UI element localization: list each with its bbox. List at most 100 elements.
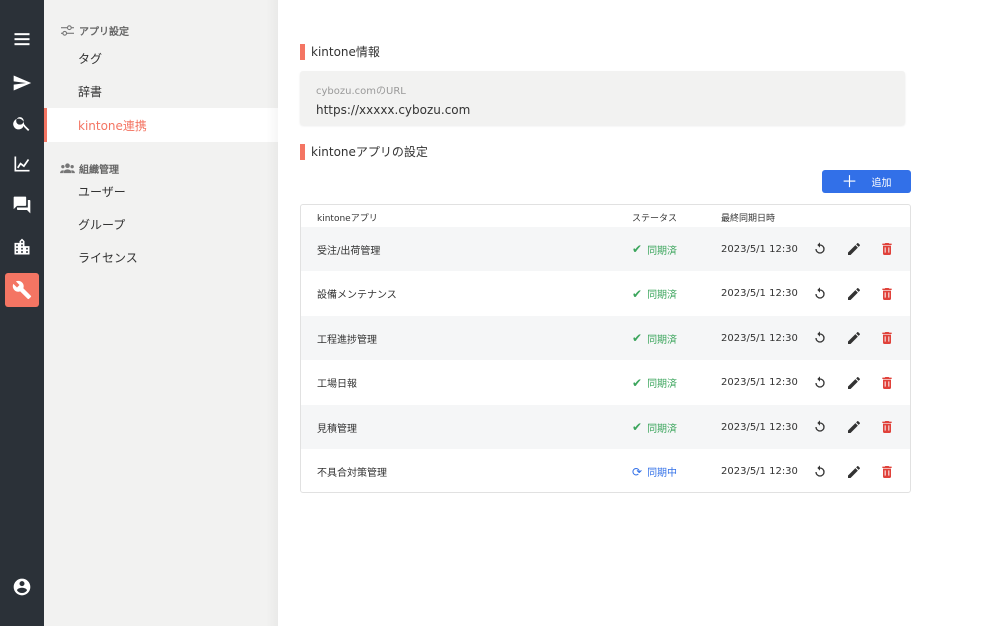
app-name-cell: 設備メンテナンス (317, 272, 397, 316)
trash-icon (882, 421, 892, 433)
edit-button[interactable] (846, 450, 862, 493)
add-app-button[interactable]: ＋ 追加 (822, 170, 911, 193)
sidebar-item-label: タグ (78, 51, 103, 66)
last-sync-cell: 2023/5/1 12:30 (721, 316, 798, 360)
app-name: 工場日報 (317, 379, 357, 390)
table-row: 設備メンテナンス ✔ 同期済 2023/5/1 12:30 (301, 272, 910, 316)
sidebar-item-dictionary[interactable]: 辞書 (44, 74, 278, 108)
refresh-icon (815, 286, 825, 299)
status-cell: ✔ 同期済 (632, 272, 677, 316)
delete-button[interactable] (879, 272, 895, 316)
pencil-icon (848, 465, 860, 478)
sidebar-item-label: 辞書 (78, 84, 103, 99)
last-sync-cell: 2023/5/1 12:30 (721, 361, 798, 405)
delete-button[interactable] (879, 227, 895, 271)
column-header-status: ステータス (632, 214, 678, 224)
last-sync-cell: 2023/5/1 12:30 (721, 227, 798, 271)
last-sync-time: 2023/5/1 12:30 (721, 288, 798, 299)
status-cell: ✔ 同期済 (632, 405, 677, 449)
url-field[interactable]: cybozu.comのURL https://xxxxx.cybozu.com (300, 71, 905, 125)
delete-button[interactable] (879, 361, 895, 405)
refresh-icon (815, 242, 825, 254)
trash-icon (882, 332, 892, 344)
chart-icon[interactable] (0, 147, 44, 181)
table-row: 見積管理 ✔ 同期済 2023/5/1 12:30 (301, 405, 910, 449)
sidebar-item-tags[interactable]: タグ (44, 41, 278, 75)
last-sync-cell: 2023/5/1 12:30 (721, 450, 798, 493)
resync-button[interactable] (812, 316, 828, 360)
table-row: 不具合対策管理 ⟳ 同期中 2023/5/1 12:30 (301, 450, 910, 493)
resync-button[interactable] (812, 227, 828, 271)
resync-button[interactable] (812, 405, 828, 449)
pencil-icon (848, 243, 860, 255)
table-header: kintoneアプリ ステータス 最終同期日時 (301, 205, 910, 227)
pencil-icon (848, 376, 860, 389)
resync-button[interactable] (812, 450, 828, 493)
last-sync-time: 2023/5/1 12:30 (721, 377, 798, 388)
status-text: 同期中 (647, 468, 678, 479)
settings-sidebar: アプリ設定 タグ 辞書 kintone連携 組織管理 ユーザー グループ ライセ… (44, 0, 278, 626)
heading-accent-bar (300, 43, 305, 60)
sliders-icon (61, 25, 74, 36)
app-name-cell: 工場日報 (317, 361, 357, 405)
status-cell: ✔ 同期済 (632, 361, 677, 405)
check-icon: ✔ (632, 286, 643, 301)
sidebar-item-label: ユーザー (78, 184, 126, 199)
delete-button[interactable] (879, 316, 895, 360)
trash-icon (882, 376, 892, 389)
sidebar-shadow (266, 0, 278, 626)
edit-button[interactable] (846, 405, 862, 449)
sidebar-item-label: kintone連携 (78, 118, 147, 133)
account-icon[interactable] (0, 570, 44, 604)
trash-icon (882, 287, 892, 300)
table-row: 工場日報 ✔ 同期済 2023/5/1 12:30 (301, 361, 910, 405)
app-name: 見積管理 (317, 423, 357, 435)
sidebar-item-users[interactable]: ユーザー (44, 174, 278, 208)
status-text: 同期済 (647, 334, 678, 346)
pencil-icon (848, 287, 860, 300)
kintone-apps-table: kintoneアプリ ステータス 最終同期日時 受注/出荷管理 ✔ 同期済 2023/… (300, 204, 911, 493)
heading-text: kintoneアプリの設定 (311, 145, 428, 159)
resync-button[interactable] (812, 272, 828, 316)
sidebar-item-groups[interactable]: グループ (44, 207, 278, 241)
last-sync-cell: 2023/5/1 12:30 (721, 405, 798, 449)
app-name: 工程進捗管理 (317, 334, 377, 346)
sync-icon: ⟳ (632, 464, 643, 479)
kintone-info-heading: kintone情報 (300, 43, 380, 60)
check-icon: ✔ (632, 375, 643, 390)
chat-icon[interactable] (0, 188, 44, 222)
refresh-icon (815, 375, 825, 388)
last-sync-time: 2023/5/1 12:30 (721, 421, 798, 433)
menu-icon[interactable] (0, 22, 44, 56)
app-name-cell: 受注/出荷管理 (317, 227, 380, 271)
pencil-icon (848, 421, 860, 433)
send-icon[interactable] (0, 66, 44, 100)
url-field-value[interactable]: https://xxxxx.cybozu.com (316, 103, 889, 117)
trash-icon (882, 465, 892, 478)
edit-button[interactable] (846, 227, 862, 271)
edit-button[interactable] (846, 272, 862, 316)
section-app-settings: アプリ設定 (60, 23, 129, 38)
sidebar-item-license[interactable]: ライセンス (44, 240, 278, 274)
column-header-app: kintoneアプリ (317, 214, 378, 224)
status-cell: ✔ 同期済 (632, 316, 677, 360)
url-field-label: cybozu.comのURL (316, 86, 406, 97)
building-icon[interactable] (0, 230, 44, 264)
pencil-icon (848, 332, 860, 344)
resync-button[interactable] (812, 361, 828, 405)
app-name: 受注/出荷管理 (317, 245, 381, 257)
section-label: アプリ設定 (79, 27, 129, 38)
check-icon: ✔ (632, 331, 643, 345)
sidebar-item-kintone[interactable]: kintone連携 (44, 108, 278, 142)
wrench-icon[interactable] (5, 273, 39, 307)
delete-button[interactable] (879, 405, 895, 449)
search-icon[interactable] (0, 106, 44, 140)
refresh-icon (815, 331, 825, 343)
edit-button[interactable] (846, 361, 862, 405)
table-row: 工程進捗管理 ✔ 同期済 2023/5/1 12:30 (301, 316, 910, 360)
delete-button[interactable] (879, 450, 895, 493)
status-text: 同期済 (647, 245, 678, 257)
kintone-apps-heading: kintoneアプリの設定 (300, 143, 428, 160)
edit-button[interactable] (846, 316, 862, 360)
app-name-cell: 不具合対策管理 (317, 450, 387, 493)
